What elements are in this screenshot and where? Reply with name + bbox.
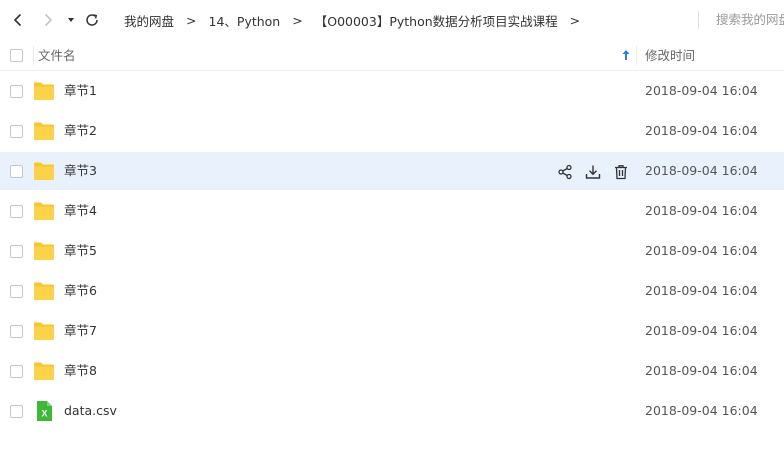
file-row[interactable]: 章节8 2018-09-04 16:04 xyxy=(0,352,784,390)
row-checkbox[interactable] xyxy=(10,85,23,98)
file-modified-time: 2018-09-04 16:04 xyxy=(645,283,758,298)
breadcrumb: 我的网盘 > 14、Python > 【O00003】Python数据分析项目实… xyxy=(124,0,592,40)
file-row[interactable]: 章节2 2018-09-04 16:04 xyxy=(0,112,784,150)
folder-icon xyxy=(34,242,54,260)
row-checkbox[interactable] xyxy=(10,325,23,338)
row-checkbox[interactable] xyxy=(10,365,23,378)
folder-icon xyxy=(34,82,54,100)
file-row[interactable]: 章节7 2018-09-04 16:04 xyxy=(0,312,784,350)
row-checkbox[interactable] xyxy=(10,245,23,258)
search-input[interactable]: 搜索我的网盘 xyxy=(716,0,784,40)
file-row[interactable]: 章节4 2018-09-04 16:04 xyxy=(0,192,784,230)
breadcrumb-item-course[interactable]: 【O00003】Python数据分析项目实战课程 xyxy=(315,11,558,30)
search-divider xyxy=(698,11,699,29)
row-checkbox[interactable] xyxy=(10,165,23,178)
file-modified-time: 2018-09-04 16:04 xyxy=(645,363,758,378)
file-row[interactable]: 章节6 2018-09-04 16:04 xyxy=(0,272,784,310)
file-modified-time: 2018-09-04 16:04 xyxy=(645,123,758,138)
folder-icon xyxy=(34,322,54,340)
folder-icon xyxy=(34,282,54,300)
row-actions xyxy=(556,163,640,181)
file-row[interactable]: 章节5 2018-09-04 16:04 xyxy=(0,232,784,270)
breadcrumb-item-python[interactable]: 14、Python xyxy=(209,11,281,30)
file-name[interactable]: 章节6 xyxy=(64,272,97,310)
breadcrumb-separator: > xyxy=(569,12,581,28)
file-name[interactable]: 章节5 xyxy=(64,232,97,270)
row-checkbox[interactable] xyxy=(10,285,23,298)
column-header-name[interactable]: 文件名 xyxy=(38,40,76,71)
download-button[interactable] xyxy=(584,163,602,181)
file-row[interactable]: Xdata.csv 2018-09-04 16:04 xyxy=(0,392,784,430)
breadcrumb-item-root[interactable]: 我的网盘 xyxy=(124,11,174,30)
forward-button[interactable] xyxy=(40,12,56,28)
breadcrumb-separator: > xyxy=(292,12,303,28)
refresh-button[interactable] xyxy=(84,12,100,28)
top-nav-bar: 我的网盘 > 14、Python > 【O00003】Python数据分析项目实… xyxy=(0,0,784,40)
file-row[interactable]: 章节1 2018-09-04 16:04 xyxy=(0,72,784,110)
file-name[interactable]: data.csv xyxy=(64,392,117,430)
file-modified-time: 2018-09-04 16:04 xyxy=(645,403,758,418)
file-list-header: 文件名 修改时间 xyxy=(0,40,784,71)
file-modified-time: 2018-09-04 16:04 xyxy=(645,243,758,258)
file-modified-time: 2018-09-04 16:04 xyxy=(645,83,758,98)
download-icon xyxy=(585,165,601,179)
folder-icon xyxy=(34,362,54,380)
file-name[interactable]: 章节4 xyxy=(64,192,97,230)
row-checkbox[interactable] xyxy=(10,405,23,418)
folder-icon xyxy=(34,122,54,140)
file-name[interactable]: 章节1 xyxy=(64,72,97,110)
file-modified-time: 2018-09-04 16:04 xyxy=(645,163,758,178)
file-modified-time: 2018-09-04 16:04 xyxy=(645,323,758,338)
sort-ascending-icon[interactable] xyxy=(621,49,631,61)
chevron-right-icon xyxy=(44,13,53,27)
share-button[interactable] xyxy=(556,163,574,181)
refresh-icon xyxy=(86,14,98,26)
excel-file-icon: X xyxy=(37,401,52,421)
history-dropdown-button[interactable] xyxy=(66,15,76,25)
chevron-left-icon xyxy=(13,13,22,27)
column-divider xyxy=(636,46,637,65)
row-checkbox[interactable] xyxy=(10,125,23,138)
share-icon xyxy=(558,164,572,180)
column-divider xyxy=(33,46,34,65)
excel-icon-letter: X xyxy=(41,409,47,419)
row-checkbox[interactable] xyxy=(10,205,23,218)
file-modified-time: 2018-09-04 16:04 xyxy=(645,203,758,218)
column-header-time[interactable]: 修改时间 xyxy=(645,40,695,71)
delete-button[interactable] xyxy=(612,163,630,181)
caret-down-icon xyxy=(68,18,74,22)
file-name[interactable]: 章节2 xyxy=(64,112,97,150)
file-row[interactable]: 章节3 2018-09-04 16:04 xyxy=(0,152,784,190)
folder-icon xyxy=(34,162,54,180)
file-name[interactable]: 章节7 xyxy=(64,312,97,350)
folder-icon xyxy=(34,202,54,220)
back-button[interactable] xyxy=(10,12,26,28)
trash-icon xyxy=(615,165,627,180)
file-name[interactable]: 章节8 xyxy=(64,352,97,390)
breadcrumb-separator: > xyxy=(186,12,197,28)
select-all-checkbox[interactable] xyxy=(10,49,23,62)
file-name[interactable]: 章节3 xyxy=(64,152,97,190)
